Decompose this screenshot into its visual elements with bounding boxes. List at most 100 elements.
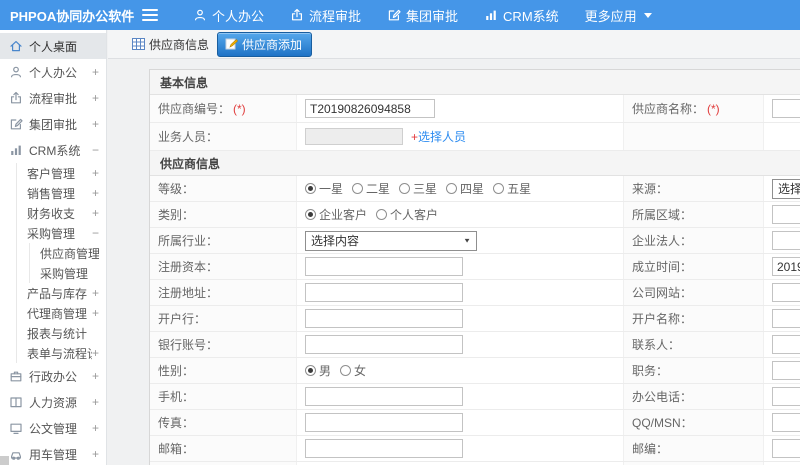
menu-toggle-icon[interactable] [142, 9, 158, 21]
position-input[interactable] [772, 361, 800, 380]
founded-date-label: 成立时间： [624, 254, 764, 279]
mobile-input[interactable] [305, 387, 463, 406]
field-value-cell [764, 95, 800, 122]
sidebar-item-crm-system[interactable]: CRM系统 − [0, 137, 106, 163]
sidebar-item-label: 流程审批 [29, 91, 78, 106]
sidebar-item-vehicle-mgmt[interactable]: 用车管理 + [0, 441, 106, 465]
email-label: 邮箱： [150, 436, 297, 461]
sidebar-item-customer-mgmt[interactable]: 客户管理 + [17, 163, 106, 183]
region-input[interactable] [772, 205, 800, 224]
field-value-cell [764, 254, 800, 279]
level-radio-0[interactable]: 一星 [305, 180, 343, 197]
level-radio-1[interactable]: 二星 [352, 180, 390, 197]
contact-person-input[interactable] [772, 335, 800, 354]
sidebar-item-human-resources[interactable]: 人力资源 + [0, 389, 106, 415]
sidebar-scrollbar[interactable] [0, 456, 9, 465]
gender-radio-0[interactable]: 男 [305, 362, 331, 379]
sidebar-item-workflow-approval[interactable]: 流程审批 + [0, 85, 106, 111]
field-value-cell [764, 280, 800, 305]
expand-toggle: + [91, 166, 99, 180]
sidebar-item-sales-mgmt[interactable]: 销售管理 + [17, 183, 106, 203]
field-label: 手机： [158, 390, 195, 404]
source-select[interactable]: 选择内容▼ [772, 178, 800, 199]
sidebar-item-agent-mgmt[interactable]: 代理商管理 + [17, 303, 106, 323]
bank-input[interactable] [305, 309, 463, 328]
tab-supplier-add[interactable]: 供应商添加 [217, 31, 313, 57]
tab-supplier-info[interactable]: 供应商信息 [132, 36, 209, 53]
fax-input[interactable] [305, 413, 463, 432]
account-name-input[interactable] [772, 309, 800, 328]
field-value-cell [297, 332, 624, 357]
topnav-item-more-apps[interactable]: 更多应用 [572, 0, 665, 30]
radio-label: 女 [354, 364, 367, 378]
sidebar-item-finance-io[interactable]: 财务收支 + [17, 203, 106, 223]
sidebar-item-product-inventory[interactable]: 产品与库存 + [17, 283, 106, 303]
field-value-cell [764, 410, 800, 435]
gender-label: 性别： [150, 358, 297, 383]
required-marker: (*) [233, 101, 246, 116]
sidebar-item-supplier-mgmt[interactable]: 供应商管理 [30, 243, 106, 263]
field-label: 注册地址： [158, 286, 219, 300]
sidebar-item-form-flow-settings[interactable]: 表单与流程设置+ [17, 343, 106, 363]
field-label: 业务人员： [158, 130, 219, 144]
topnav-item-crm-system[interactable]: CRM系统 [471, 0, 572, 30]
sidebar-item-purchase-mgmt-sub[interactable]: 采购管理 [30, 263, 106, 283]
registered-address-input[interactable] [305, 283, 463, 302]
app-logo: PHPOA协同办公软件 [10, 8, 135, 24]
sidebar-item-label: CRM系统 [29, 143, 81, 158]
office-phone-input[interactable] [772, 387, 800, 406]
founded-date-input[interactable] [772, 257, 800, 276]
sidebar-item-reports-stats[interactable]: 报表与统计 [17, 323, 106, 343]
radio-icon [399, 183, 411, 194]
legal-person-input[interactable] [772, 231, 800, 250]
field-value-cell [297, 384, 624, 409]
topnav-item-group-approval[interactable]: 集团审批 [374, 0, 471, 30]
field-label: 职务： [632, 364, 669, 378]
business-staff-input[interactable] [305, 128, 403, 145]
email-input[interactable] [305, 439, 463, 458]
empty-label-cell [624, 123, 764, 150]
sidebar-item-admin-office[interactable]: 行政办公 + [0, 363, 106, 389]
source-label: 来源： [624, 176, 764, 201]
category-radio-1[interactable]: 个人客户 [376, 206, 438, 223]
postal-code-input[interactable] [772, 439, 800, 458]
required-marker: (*) [707, 101, 720, 116]
gender-radio-1[interactable]: 女 [340, 362, 366, 379]
topnav-item-workflow-approval[interactable]: 流程审批 [277, 0, 374, 30]
top-bar: PHPOA协同办公软件 个人办公 流程审批 集团审批 CRM系统 更多应用 [0, 0, 800, 30]
sidebar-item-purchase-mgmt[interactable]: 采购管理 − [17, 223, 106, 243]
topnav-item-personal-office[interactable]: 个人办公 [180, 0, 277, 30]
level-radio-3[interactable]: 四星 [446, 180, 484, 197]
tab-label: 供应商信息 [149, 37, 210, 52]
sidebar-item-personal-desktop[interactable]: 个人桌面 [0, 33, 106, 59]
level-radio-2[interactable]: 三星 [399, 180, 437, 197]
level-radio-4[interactable]: 五星 [493, 180, 531, 197]
select-staff-link[interactable]: +选择人员 [411, 128, 466, 145]
sidebar-item-label: 产品与库存 [27, 286, 88, 301]
mobile-label: 手机： [150, 384, 297, 409]
expand-toggle: + [91, 206, 99, 220]
sidebar-item-document-mgmt[interactable]: 公文管理 + [0, 415, 106, 441]
supplier-code-input[interactable] [305, 99, 435, 118]
topnav-label: 集团审批 [406, 8, 459, 24]
registered-capital-label: 注册资本： [150, 254, 297, 279]
bank-account-input[interactable] [305, 335, 463, 354]
idcard-icon [9, 395, 24, 409]
sidebar-item-group-approval[interactable]: 集团审批 + [0, 111, 106, 137]
field-value-cell: 选择内容▼ [764, 176, 800, 201]
form-row: 注册地址： 公司网站： [150, 280, 800, 306]
chevron-down-icon: ▼ [463, 236, 471, 245]
radio-label: 二星 [366, 182, 391, 196]
field-label: 性别： [158, 364, 195, 378]
qq-msn-input[interactable] [772, 413, 800, 432]
supplier-name-input[interactable] [772, 99, 800, 118]
sidebar-item-personal-office[interactable]: 个人办公 + [0, 59, 106, 85]
category-radio-0[interactable]: 企业客户 [305, 206, 367, 223]
level-label: 等级： [150, 176, 297, 201]
top-nav: 个人办公 流程审批 集团审批 CRM系统 更多应用 [180, 0, 665, 30]
registered-capital-input[interactable] [305, 257, 463, 276]
edit-icon [9, 117, 24, 131]
field-label: 公司网站： [632, 286, 693, 300]
company-website-input[interactable] [772, 283, 800, 302]
industry-select[interactable]: 选择内容 ▼ [305, 230, 477, 251]
